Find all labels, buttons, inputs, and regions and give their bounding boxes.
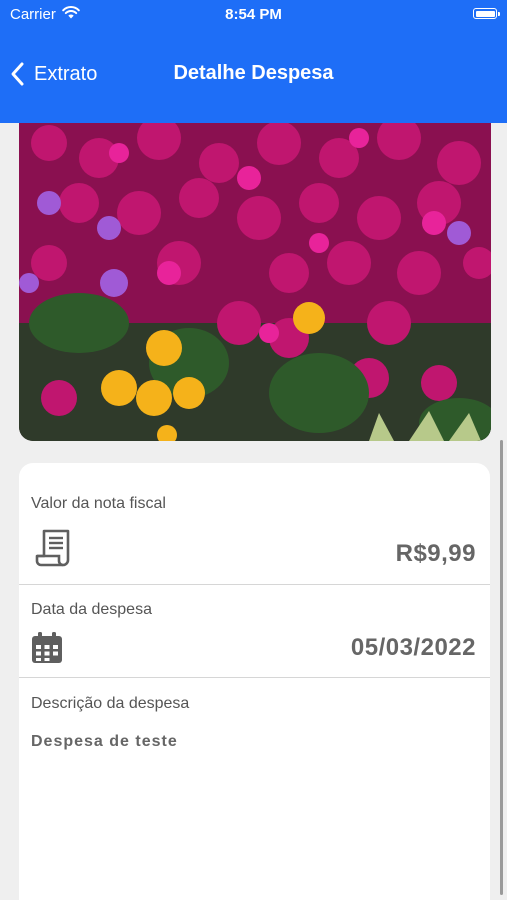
divider [19,677,490,678]
receipt-icon [35,529,70,567]
page-title: Detalhe Despesa [173,62,334,84]
invoice-value-label: Valor da nota fiscal [31,495,166,512]
expense-date-label: Data da despesa [31,601,152,618]
receipt-photo [19,123,491,441]
invoice-value: R$9,99 [395,540,476,567]
expense-description-label: Descrição da despesa [31,695,190,712]
expense-details-card: Valor da nota fiscal R$9,99 Data da desp… [19,463,490,900]
clock: 8:54 PM [225,6,282,23]
expense-date-value: 05/03/2022 [350,634,476,661]
expense-description-value: Despesa de teste [31,733,178,750]
status-bar: Carrier 8:54 PM [0,0,507,28]
divider [19,584,490,585]
navigation-header: Carrier 8:54 PM Extrato Detalhe Despesa [0,0,507,123]
battery-icon [473,8,500,19]
scroll-indicator[interactable] [500,440,503,895]
calendar-icon [32,632,62,663]
